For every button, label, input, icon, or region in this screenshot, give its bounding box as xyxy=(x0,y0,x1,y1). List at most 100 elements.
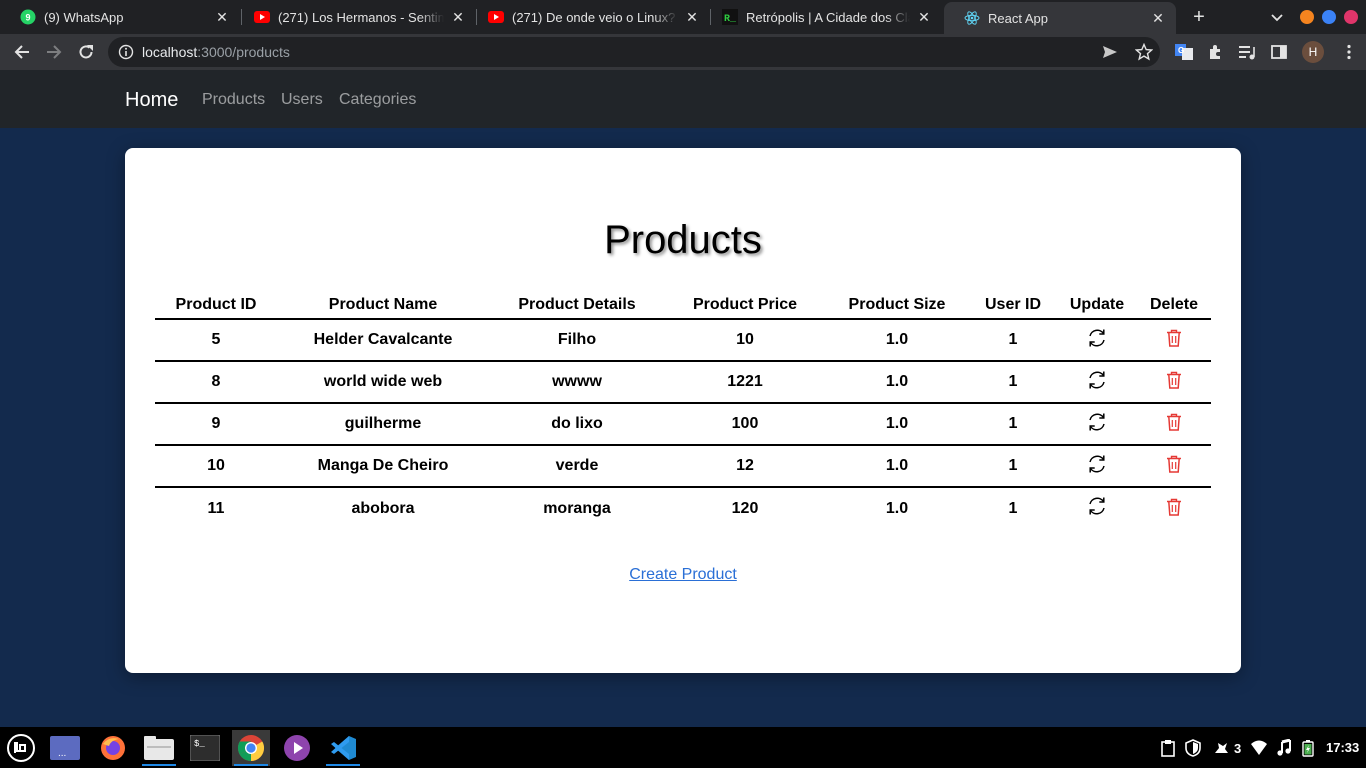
url-host: localhost xyxy=(142,44,198,60)
browser-tab-react-app[interactable]: React App ✕ xyxy=(944,2,1176,34)
refresh-icon[interactable] xyxy=(1086,327,1108,349)
tab-title: (271) De onde veio o Linux? Conheça xyxy=(512,9,678,25)
user-id-cell: 1 xyxy=(969,361,1057,404)
trash-icon[interactable] xyxy=(1163,369,1185,391)
browser-tab-retropolis[interactable]: R_ Retrópolis | A Cidade dos Clássicos ✕ xyxy=(702,0,942,34)
chrome-icon[interactable] xyxy=(232,730,270,766)
user-id-cell: 1 xyxy=(969,445,1057,488)
notifications-tray-icon[interactable]: 3 xyxy=(1212,739,1241,757)
address-bar[interactable]: localhost:3000/products xyxy=(108,37,1160,67)
update-cell xyxy=(1057,361,1137,404)
delete-cell xyxy=(1137,361,1211,404)
column-header-update: Update xyxy=(1057,293,1137,320)
column-header-delete: Delete xyxy=(1137,293,1211,320)
update-cell xyxy=(1057,403,1137,446)
column-header-product-size: Product Size xyxy=(825,293,969,320)
refresh-icon[interactable] xyxy=(1086,369,1108,391)
close-icon[interactable]: ✕ xyxy=(450,9,466,25)
browser-tab-whatsapp[interactable]: 9 (9) WhatsApp ✕ xyxy=(0,0,240,34)
browser-tab-youtube-2[interactable]: (271) De onde veio o Linux? Conheça ✕ xyxy=(468,0,710,34)
refresh-icon[interactable] xyxy=(1086,495,1108,517)
column-header-product-details: Product Details xyxy=(489,293,665,320)
trash-icon[interactable] xyxy=(1163,453,1185,475)
product-name-cell: abobora xyxy=(351,499,415,517)
browser-tabstrip: 9 (9) WhatsApp ✕ (271) Los Hermanos - Se… xyxy=(0,0,1366,34)
nav-link-products[interactable]: Products xyxy=(202,91,265,109)
media-player-icon[interactable] xyxy=(278,730,316,766)
terminal-icon: R_ xyxy=(722,9,738,25)
whatsapp-icon: 9 xyxy=(20,9,36,25)
send-icon[interactable] xyxy=(1101,43,1119,61)
tab-search-chevron-icon[interactable] xyxy=(1268,8,1286,26)
close-icon[interactable]: ✕ xyxy=(916,9,932,25)
svg-text:$_: $_ xyxy=(194,739,205,749)
product-price-cell: 120 xyxy=(731,499,759,517)
user-id-cell: 1 xyxy=(969,319,1057,362)
more-menu-icon[interactable] xyxy=(1340,43,1358,61)
product-name-cell: Helder Cavalcante xyxy=(277,319,489,362)
extensions-puzzle-icon[interactable] xyxy=(1207,43,1225,61)
clipboard-tray-icon[interactable] xyxy=(1160,739,1176,757)
products-card: Products Product ID Product Name Product… xyxy=(125,148,1241,673)
nav-link-users[interactable]: Users xyxy=(281,91,323,109)
files-icon[interactable] xyxy=(140,730,178,766)
page-title: Products xyxy=(604,218,762,262)
product-size-cell: 1.0 xyxy=(885,499,909,517)
product-id-cell: 11 xyxy=(207,499,225,517)
app-navbar: Home Products Users Categories xyxy=(0,70,1366,128)
vscode-icon[interactable] xyxy=(324,730,362,766)
nav-link-categories[interactable]: Categories xyxy=(339,91,416,109)
product-name-cell: Manga De Cheiro xyxy=(277,445,489,488)
close-window-button[interactable] xyxy=(1344,10,1358,24)
shield-tray-icon[interactable] xyxy=(1184,739,1202,757)
site-info-icon[interactable] xyxy=(118,44,134,60)
refresh-icon[interactable] xyxy=(1086,411,1108,433)
youtube-icon xyxy=(488,9,504,25)
terminal-icon[interactable]: $_ xyxy=(186,730,224,766)
minimize-button[interactable] xyxy=(1300,10,1314,24)
firefox-icon[interactable] xyxy=(94,730,132,766)
new-tab-button[interactable]: + xyxy=(1188,7,1210,29)
table-row: 5 Helder Cavalcante Filho 10 1.0 1 xyxy=(155,319,1211,362)
profile-avatar[interactable]: H xyxy=(1302,41,1324,63)
wifi-tray-icon[interactable] xyxy=(1250,739,1268,757)
trash-icon[interactable] xyxy=(1163,411,1185,433)
navbar-brand-home[interactable]: Home xyxy=(125,89,178,112)
forward-arrow-icon[interactable] xyxy=(44,42,64,62)
url-path: :3000/products xyxy=(197,44,290,60)
back-arrow-icon[interactable] xyxy=(12,42,32,62)
browser-tab-youtube-1[interactable]: (271) Los Hermanos - Sentimental ✕ xyxy=(234,0,476,34)
close-icon[interactable]: ✕ xyxy=(214,9,230,25)
music-tray-icon[interactable] xyxy=(1276,739,1292,757)
bookmark-star-icon[interactable] xyxy=(1135,43,1153,61)
update-cell xyxy=(1057,319,1137,362)
table-row: 11 abobora moranga 120 1.0 1 xyxy=(155,487,1211,529)
browser-toolbar: localhost:3000/products G H xyxy=(0,34,1366,70)
trash-icon[interactable] xyxy=(1163,327,1185,349)
battery-tray-icon[interactable] xyxy=(1302,739,1314,757)
delete-cell xyxy=(1137,403,1211,446)
create-product-link[interactable]: Create Product xyxy=(629,566,737,583)
media-queue-icon[interactable] xyxy=(1238,43,1256,61)
delete-cell xyxy=(1137,319,1211,362)
side-panel-icon[interactable] xyxy=(1270,43,1288,61)
table-row: 9 guilherme do lixo 100 1.0 1 xyxy=(155,403,1211,446)
desktop-icon[interactable]: ... xyxy=(46,730,84,766)
tab-title: React App xyxy=(988,10,1048,26)
mint-menu-icon[interactable] xyxy=(2,730,40,766)
column-header-user-id: User ID xyxy=(969,293,1057,320)
close-icon[interactable]: ✕ xyxy=(684,9,700,25)
update-cell xyxy=(1057,445,1137,488)
svg-text:G: G xyxy=(1178,46,1184,55)
refresh-icon[interactable] xyxy=(1086,453,1108,475)
reload-icon[interactable] xyxy=(76,42,96,62)
translate-extension-icon[interactable]: G xyxy=(1175,43,1193,61)
maximize-button[interactable] xyxy=(1322,10,1336,24)
close-icon[interactable]: ✕ xyxy=(1150,10,1166,26)
product-id-cell: 8 xyxy=(155,361,277,404)
running-indicator xyxy=(326,764,360,766)
table-header-row: Product ID Product Name Product Details … xyxy=(155,293,1211,320)
clock: 17:33 xyxy=(1326,740,1360,755)
trash-icon[interactable] xyxy=(1163,496,1185,518)
youtube-icon xyxy=(254,9,270,25)
